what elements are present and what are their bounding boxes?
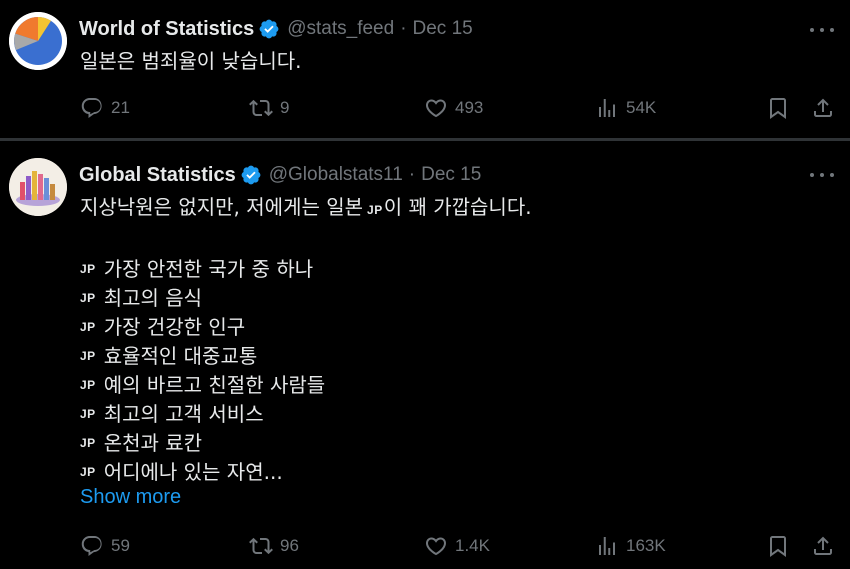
author-name[interactable]: Global Statistics xyxy=(79,164,236,187)
tweet[interactable]: World of Statistics @stats_feed · Dec 15… xyxy=(0,0,850,140)
list-item: JP 가장 건강한 인구 xyxy=(80,311,325,340)
japan-flag-icon: JP xyxy=(80,407,96,421)
bookmark-icon xyxy=(770,536,786,557)
list-item: JP 최고의 고객 서비스 xyxy=(80,398,325,427)
bookmark-button[interactable] xyxy=(766,93,790,123)
share-button[interactable] xyxy=(811,93,835,123)
views-count: 163K xyxy=(626,536,666,555)
more-icon[interactable] xyxy=(810,165,834,185)
japan-flag-icon: JP xyxy=(80,320,96,334)
reply-count: 59 xyxy=(111,536,130,555)
show-more-link[interactable]: Show more xyxy=(80,486,181,509)
share-button[interactable] xyxy=(811,531,835,561)
share-icon xyxy=(814,98,832,117)
japan-flag-icon: JP xyxy=(80,378,96,392)
japan-flag-icon: JP xyxy=(80,262,96,276)
japan-flag-icon: JP xyxy=(80,465,96,479)
reply-icon xyxy=(81,98,102,119)
list-item-text: 어디에나 있는 자연... xyxy=(103,460,283,484)
tweet[interactable]: Global Statistics @Globalstats11 · Dec 1… xyxy=(0,141,850,569)
views-button[interactable]: 163K xyxy=(595,531,666,561)
retweet-button[interactable]: 9 xyxy=(249,93,289,123)
separator-dot: · xyxy=(400,18,407,39)
author-handle[interactable]: @Globalstats11 xyxy=(269,164,403,186)
list-item-text: 최고의 고객 서비스 xyxy=(103,402,264,426)
list-item-text: 온천과 료칸 xyxy=(103,431,203,455)
reply-icon xyxy=(81,536,102,557)
japan-flag-icon: JP xyxy=(80,291,96,305)
tweet-header: World of Statistics @stats_feed · Dec 15 xyxy=(79,15,473,43)
japan-flag-icon: JP xyxy=(80,349,96,363)
tweet-text: 지상낙원은 없지만, 저에게는 일본 JP이 꽤 가깝습니다. xyxy=(80,193,532,225)
retweet-count: 9 xyxy=(280,98,290,117)
bookmark-icon xyxy=(770,98,786,119)
like-icon xyxy=(425,99,447,118)
bar-chart-avatar-icon xyxy=(9,158,67,216)
tweet-actions: 21 9 493 54K xyxy=(0,93,850,123)
tweet-header: Global Statistics @Globalstats11 · Dec 1… xyxy=(79,161,481,189)
reply-count: 21 xyxy=(111,98,130,117)
list-item: JP 가장 안전한 국가 중 하나 xyxy=(80,253,325,282)
like-button[interactable]: 493 xyxy=(424,93,483,123)
list-item: JP 어디에나 있는 자연... xyxy=(80,456,325,485)
list-item-text: 가장 안전한 국가 중 하나 xyxy=(103,257,314,281)
retweet-icon xyxy=(249,537,273,555)
views-count: 54K xyxy=(626,98,657,117)
bookmark-button[interactable] xyxy=(766,531,790,561)
reply-button[interactable]: 59 xyxy=(80,531,130,561)
verified-badge-icon xyxy=(259,19,279,39)
tweet-actions: 59 96 1.4K 163K xyxy=(0,531,850,561)
author-name[interactable]: World of Statistics xyxy=(79,18,254,41)
list-item: JP 최고의 음식 xyxy=(80,282,325,311)
like-count: 1.4K xyxy=(455,536,490,555)
tweet-list: JP 가장 안전한 국가 중 하나 JP 최고의 음식 JP 가장 건강한 인구 JP… xyxy=(80,253,325,485)
list-item: JP 온천과 료칸 xyxy=(80,427,325,456)
share-icon xyxy=(814,536,832,555)
retweet-count: 96 xyxy=(280,536,299,555)
tweet-date[interactable]: Dec 15 xyxy=(421,164,481,186)
verified-badge-icon xyxy=(241,165,261,185)
avatar[interactable] xyxy=(9,158,67,216)
views-icon xyxy=(599,99,615,117)
author-handle[interactable]: @stats_feed xyxy=(287,18,394,40)
list-item: JP 예의 바르고 친절한 사람들 xyxy=(80,369,325,398)
list-item-text: 가장 건강한 인구 xyxy=(103,315,246,339)
tweet-text: 일본은 범죄율이 낮습니다. xyxy=(80,49,302,73)
list-item-text: 예의 바르고 친절한 사람들 xyxy=(103,373,326,397)
reply-button[interactable]: 21 xyxy=(80,93,130,123)
japan-flag-icon: JP xyxy=(80,436,96,450)
tweet-text-part: 이 꽤 가깝습니다. xyxy=(383,195,532,219)
more-icon[interactable] xyxy=(810,20,834,40)
separator-dot: · xyxy=(408,164,416,185)
list-item-text: 효율적인 대중교통 xyxy=(103,344,258,368)
tweet-text-part: 지상낙원은 없지만, 저에게는 일본 xyxy=(80,195,364,219)
avatar[interactable] xyxy=(9,12,67,70)
pie-chart-avatar-icon xyxy=(9,12,67,70)
like-count: 493 xyxy=(455,98,484,117)
retweet-button[interactable]: 96 xyxy=(249,531,299,561)
views-icon xyxy=(599,537,615,555)
retweet-icon xyxy=(249,99,273,117)
list-item: JP 효율적인 대중교통 xyxy=(80,340,325,369)
views-button[interactable]: 54K xyxy=(595,93,656,123)
like-button[interactable]: 1.4K xyxy=(424,531,490,561)
list-item-text: 최고의 음식 xyxy=(103,286,203,310)
like-icon xyxy=(425,537,447,556)
tweet-date[interactable]: Dec 15 xyxy=(413,18,473,40)
japan-flag-icon: JP xyxy=(367,203,383,217)
